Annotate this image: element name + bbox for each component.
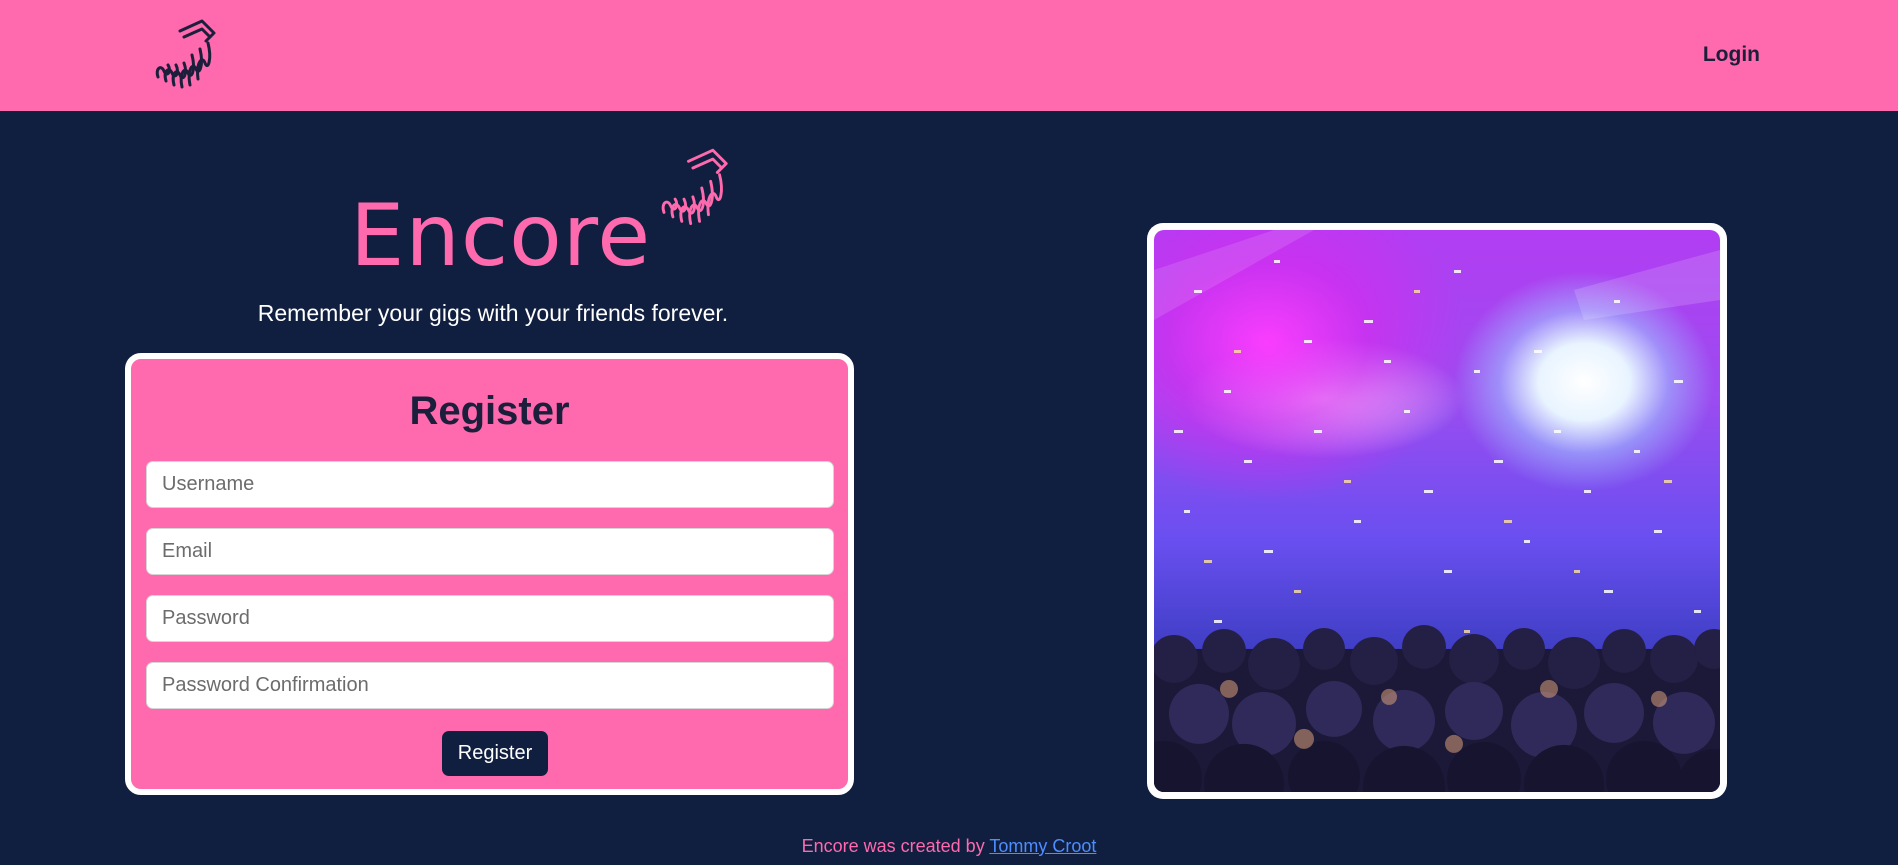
- footer-credit: Encore was created by Tommy Croot: [0, 836, 1898, 857]
- tagline: Remember your gigs with your friends for…: [257, 300, 729, 326]
- register-title: Register: [409, 389, 570, 433]
- username-input[interactable]: [146, 461, 834, 508]
- register-card: Register Register: [125, 353, 854, 795]
- password-confirmation-input[interactable]: [146, 662, 834, 709]
- brand-wordmark: Encore: [350, 186, 652, 286]
- register-button[interactable]: Register: [442, 731, 548, 776]
- author-link[interactable]: Tommy Croot: [989, 836, 1096, 856]
- hero-image-frame: [1147, 223, 1727, 799]
- music-hand-logo-icon[interactable]: [152, 19, 218, 91]
- brand-header: Encore: [350, 148, 733, 286]
- email-input[interactable]: [146, 528, 834, 575]
- login-link[interactable]: Login: [1703, 43, 1760, 67]
- top-navbar: Login: [0, 0, 1898, 111]
- footer-text: Encore was created by: [801, 836, 990, 856]
- password-input[interactable]: [146, 595, 834, 642]
- music-hand-icon: [655, 148, 733, 228]
- concert-crowd-image: [1154, 230, 1720, 792]
